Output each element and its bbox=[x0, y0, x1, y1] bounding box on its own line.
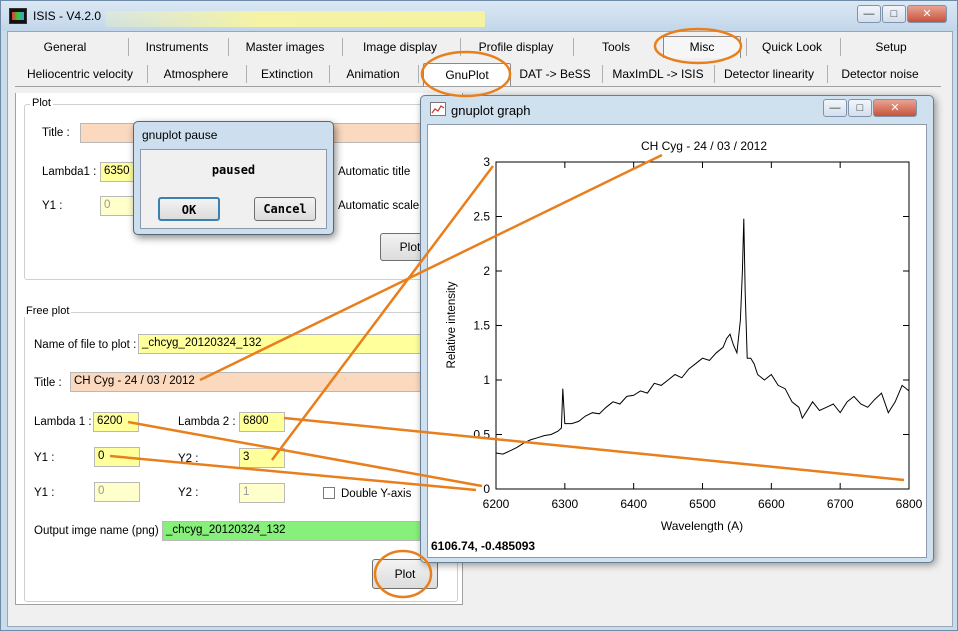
tab-misc[interactable]: Misc bbox=[663, 36, 741, 58]
graph-maximize-button[interactable]: □ bbox=[848, 99, 872, 117]
double-y-axis-checkbox[interactable] bbox=[323, 487, 335, 499]
y1-secondary-label: Y1 : bbox=[34, 487, 55, 499]
tab-detector-linearity[interactable]: Detector linearity bbox=[717, 62, 821, 86]
tab-detector-noise[interactable]: Detector noise bbox=[831, 62, 929, 86]
x-tick-label: 6800 bbox=[896, 497, 923, 511]
gnuplot-graph-window: gnuplot graph — □ ✕ CH Cyg - 24 / 03 / 2… bbox=[420, 95, 934, 563]
x-tick-label: 6200 bbox=[483, 497, 510, 511]
tab-setup[interactable]: Setup bbox=[841, 35, 941, 59]
lambda1-input[interactable]: 6200 bbox=[93, 412, 139, 432]
graph-window-title: gnuplot graph bbox=[451, 103, 531, 118]
free-title-input[interactable]: CH Cyg - 24 / 03 / 2012 bbox=[70, 372, 444, 392]
tab-extinction[interactable]: Extinction bbox=[247, 62, 327, 86]
y-tick-label: 3 bbox=[483, 155, 490, 169]
minimize-button[interactable]: — bbox=[857, 5, 881, 23]
graph-icon bbox=[430, 102, 446, 116]
tab-image-display[interactable]: Image display bbox=[343, 35, 457, 59]
plot-group-label: Plot bbox=[30, 97, 53, 109]
y-tick-label: 0 bbox=[483, 482, 490, 496]
spectrum-line bbox=[495, 218, 910, 455]
x-tick-label: 6300 bbox=[551, 497, 578, 511]
tab-dat-bess[interactable]: DAT -> BeSS bbox=[515, 62, 595, 86]
cursor-coordinates: 6106.74, -0.485093 bbox=[431, 539, 536, 553]
tab-gnuplot[interactable]: GnuPlot bbox=[423, 63, 511, 87]
auto-scale-label: Automatic scale bbox=[338, 200, 420, 212]
graph-close-button[interactable]: ✕ bbox=[873, 99, 917, 117]
tab-general[interactable]: General bbox=[15, 35, 115, 59]
y1-secondary-input[interactable]: 0 bbox=[94, 482, 140, 502]
y-tick-label: 1 bbox=[483, 373, 490, 387]
file-to-plot-label: Name of file to plot : bbox=[34, 339, 137, 351]
plot-title-label: Title : bbox=[42, 127, 70, 139]
y-tick-label: 0.5 bbox=[473, 428, 490, 442]
y-axis-label: Relative intensity bbox=[446, 281, 458, 368]
window-title: ISIS - V4.2.0 bbox=[33, 9, 102, 23]
output-name-label: Output imge name (png) : bbox=[34, 525, 166, 537]
pause-message: paused bbox=[211, 163, 256, 177]
y2-input[interactable]: 3 bbox=[239, 448, 285, 468]
x-tick-label: 6600 bbox=[758, 497, 785, 511]
close-button[interactable]: ✕ bbox=[907, 5, 947, 23]
y-tick-label: 2.5 bbox=[473, 210, 490, 224]
tab-quick-look[interactable]: Quick Look bbox=[747, 35, 837, 59]
spectrum-chart: CH Cyg - 24 / 03 / 2012 6200 6300 6400 6500… bbox=[446, 139, 923, 533]
lambda1-label: Lambda 1 : bbox=[34, 416, 92, 428]
y-tick-label: 2 bbox=[483, 264, 490, 278]
x-tick-label: 6500 bbox=[689, 497, 716, 511]
tab-profile-display[interactable]: Profile display bbox=[461, 35, 571, 59]
maximize-button[interactable]: □ bbox=[882, 5, 906, 23]
tab-instruments[interactable]: Instruments bbox=[129, 35, 225, 59]
plot-frame bbox=[495, 161, 910, 490]
double-y-axis-label: Double Y-axis bbox=[341, 488, 412, 500]
plot-y1-label: Y1 : bbox=[42, 200, 63, 212]
title-highlight bbox=[105, 11, 485, 27]
gnuplot-pause-dialog: gnuplot pause paused OK Cancel bbox=[133, 121, 334, 235]
tab-heliocentric-velocity[interactable]: Heliocentric velocity bbox=[21, 62, 139, 86]
plot-lambda1-label: Lambda1 : bbox=[42, 166, 97, 178]
file-to-plot-input[interactable]: _chcyg_20120324_132 bbox=[138, 334, 444, 354]
x-tick-label: 6400 bbox=[620, 497, 647, 511]
y-tick-label: 1.5 bbox=[473, 319, 490, 333]
auto-title-label: Automatic title bbox=[338, 166, 411, 178]
tab-animation[interactable]: Animation bbox=[331, 62, 415, 86]
lambda2-input[interactable]: 6800 bbox=[239, 412, 285, 432]
y1-label: Y1 : bbox=[34, 452, 55, 464]
ok-button[interactable]: OK bbox=[158, 197, 220, 221]
lambda2-label: Lambda 2 : bbox=[178, 416, 236, 428]
cancel-button[interactable]: Cancel bbox=[254, 197, 316, 221]
output-name-input[interactable]: _chcyg_20120324_132 bbox=[162, 521, 444, 541]
graph-minimize-button[interactable]: — bbox=[823, 99, 847, 117]
chart-title: CH Cyg - 24 / 03 / 2012 bbox=[641, 139, 767, 153]
x-axis-label: Wavelength (A) bbox=[661, 519, 743, 533]
free-plot-label: Free plot bbox=[24, 305, 72, 317]
tab-maximdl-isis[interactable]: MaxImDL -> ISIS bbox=[605, 62, 711, 86]
tab-tools[interactable]: Tools bbox=[574, 35, 658, 59]
y2-secondary-input[interactable]: 1 bbox=[239, 483, 285, 503]
y1-input[interactable]: 0 bbox=[94, 447, 140, 467]
title-bar[interactable]: ISIS - V4.2.0 — □ ✕ bbox=[1, 1, 957, 31]
tab-master-images[interactable]: Master images bbox=[229, 35, 341, 59]
graph-canvas[interactable]: CH Cyg - 24 / 03 / 2012 6200 6300 6400 6500… bbox=[427, 124, 927, 558]
x-tick-label: 6700 bbox=[827, 497, 854, 511]
pause-dialog-title: gnuplot pause bbox=[142, 128, 218, 142]
y2-label: Y2 : bbox=[178, 453, 199, 465]
app-icon bbox=[9, 8, 27, 24]
y2-secondary-label: Y2 : bbox=[178, 487, 199, 499]
free-plot-button[interactable]: Plot bbox=[372, 559, 438, 589]
free-title-label: Title : bbox=[34, 377, 62, 389]
tab-atmosphere[interactable]: Atmosphere bbox=[149, 62, 243, 86]
